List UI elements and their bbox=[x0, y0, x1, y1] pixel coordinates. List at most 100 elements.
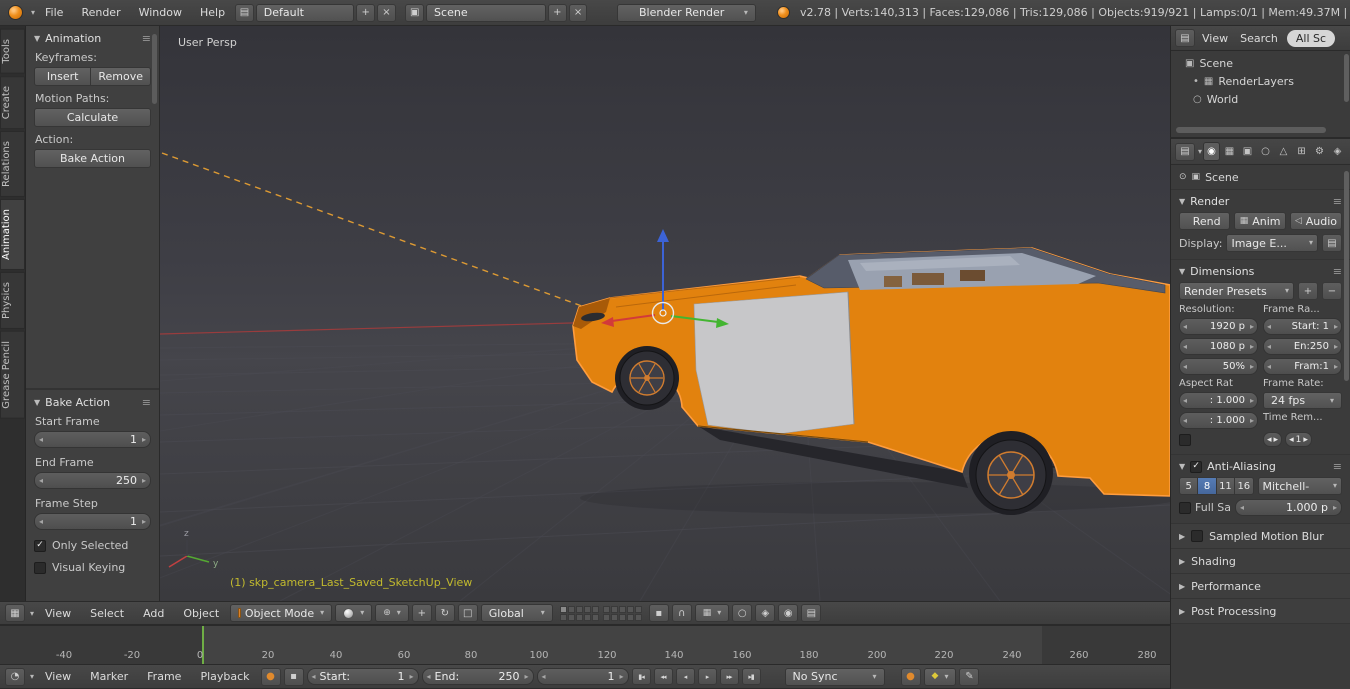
frame-end-field[interactable]: ◂ En:250 ▸ bbox=[1263, 338, 1342, 355]
calculate-motion-paths-button[interactable]: Calculate bbox=[34, 108, 151, 127]
animation-panel-header[interactable]: ▼ Animation ≡ bbox=[34, 32, 151, 45]
remove-keyframe-button[interactable]: Remove bbox=[91, 67, 151, 86]
aa-samples-8[interactable]: 8 bbox=[1198, 477, 1216, 495]
editor-type-outliner-icon[interactable]: ▤ bbox=[1175, 29, 1195, 47]
tab-constraints[interactable]: ⊞ bbox=[1293, 142, 1310, 161]
frame-start-field[interactable]: ◂ Start: 1 ▸ bbox=[1263, 318, 1342, 335]
render-still-button[interactable]: Rend bbox=[1179, 212, 1230, 230]
sampled-motion-blur-panel-header[interactable]: ▶ Sampled Motion Blur bbox=[1171, 524, 1350, 549]
render-presets-selector[interactable]: Render Presets ▾ bbox=[1179, 282, 1294, 300]
antialiasing-checkbox[interactable]: ✓ bbox=[1190, 461, 1202, 473]
properties-vertical-scrollbar[interactable] bbox=[1344, 171, 1349, 381]
tool-shelf-scrollbar[interactable] bbox=[152, 34, 157, 104]
menu-help[interactable]: Help bbox=[192, 6, 233, 19]
manipulator-translate-toggle[interactable]: + bbox=[412, 604, 432, 622]
pin-icon[interactable]: ⊙ bbox=[1179, 172, 1187, 182]
start-frame-slider[interactable]: ◂ 1 ▸ bbox=[34, 431, 151, 448]
editor-type-timeline-icon[interactable]: ◔ bbox=[5, 668, 25, 686]
manipulate-center-points-icon[interactable]: ◈ bbox=[755, 604, 775, 622]
outliner-item-world[interactable]: ○ World bbox=[1177, 90, 1344, 108]
menu-file[interactable]: File bbox=[37, 6, 71, 19]
timeline-menu-playback[interactable]: Playback bbox=[192, 670, 257, 683]
time-remap-new-stepper[interactable]: ◂ 1 ▸ bbox=[1285, 432, 1312, 447]
blender-logo[interactable] bbox=[8, 5, 23, 20]
outliner-item-scene[interactable]: ▣ Scene bbox=[1177, 54, 1344, 72]
aspect-x-field[interactable]: ◂ : 1.000 ▸ bbox=[1179, 392, 1258, 409]
shading-panel-header[interactable]: ▶ Shading bbox=[1171, 549, 1350, 574]
dimensions-panel-header[interactable]: ▼ Dimensions ≡ bbox=[1179, 265, 1342, 278]
insert-keyframe-button[interactable]: Insert bbox=[34, 67, 91, 86]
increment-arrow-icon[interactable]: ▸ bbox=[620, 673, 624, 681]
render-opengl-image-button[interactable]: ◉ bbox=[778, 604, 798, 622]
record-icon[interactable]: ● bbox=[261, 668, 281, 686]
aa-samples-11[interactable]: 11 bbox=[1217, 477, 1235, 495]
outliner-horizontal-scrollbar[interactable] bbox=[1176, 127, 1326, 133]
increment-arrow-icon[interactable]: ▸ bbox=[410, 673, 414, 681]
resolution-percentage-field[interactable]: ◂ 50% ▸ bbox=[1179, 358, 1258, 375]
border-checkbox[interactable] bbox=[1179, 434, 1191, 446]
editor-type-properties-icon[interactable]: ▤ bbox=[1175, 143, 1195, 161]
sampled-motion-blur-checkbox[interactable] bbox=[1191, 530, 1203, 542]
outliner-item-renderlayers[interactable]: • ▦ RenderLayers bbox=[1177, 72, 1344, 90]
keying-set-selector[interactable]: ◆ ▾ bbox=[924, 668, 957, 686]
menu-window[interactable]: Window bbox=[131, 6, 190, 19]
play-button[interactable]: ▸ bbox=[698, 668, 717, 685]
render-panel-header[interactable]: ▼ Render ≡ bbox=[1179, 195, 1342, 208]
time-remap-old-stepper[interactable]: ◂ ▸ bbox=[1263, 432, 1282, 447]
increment-arrow-icon[interactable]: ▸ bbox=[142, 477, 146, 485]
manipulator-z-arrowhead[interactable] bbox=[657, 229, 669, 242]
tab-object[interactable]: △ bbox=[1275, 142, 1292, 161]
end-frame-slider[interactable]: ◂ 250 ▸ bbox=[34, 472, 151, 489]
tab-relations[interactable]: Relations bbox=[0, 131, 25, 197]
tab-material[interactable]: ◈ bbox=[1329, 142, 1346, 161]
snap-magnet-icon[interactable]: ∩ bbox=[672, 604, 692, 622]
delete-screen-layout-button[interactable]: × bbox=[377, 4, 396, 22]
play-reverse-button[interactable]: ◂ bbox=[676, 668, 695, 685]
scene-selector[interactable]: Scene bbox=[426, 4, 546, 22]
tab-world[interactable]: ○ bbox=[1257, 142, 1274, 161]
visual-keying-checkbox[interactable] bbox=[34, 562, 46, 574]
tab-create[interactable]: Create bbox=[0, 76, 25, 129]
transform-orientation-selector[interactable]: Global ▾ bbox=[481, 604, 553, 622]
viewport-menu-object[interactable]: Object bbox=[175, 607, 227, 620]
display-mode-selector[interactable]: Image E... ▾ bbox=[1226, 234, 1318, 252]
increment-arrow-icon[interactable]: ▸ bbox=[142, 436, 146, 444]
tab-physics[interactable]: Physics bbox=[0, 272, 25, 329]
screen-layout-selector[interactable]: Default bbox=[256, 4, 355, 22]
render-opengl-animation-button[interactable]: ▤ bbox=[801, 604, 821, 622]
aa-filter-selector[interactable]: Mitchell- ▾ bbox=[1258, 477, 1343, 495]
menu-render[interactable]: Render bbox=[73, 6, 128, 19]
snap-element-selector[interactable]: ▦ ▾ bbox=[695, 604, 730, 622]
tab-render[interactable]: ◉ bbox=[1203, 142, 1220, 161]
render-animation-button[interactable]: ▦ Anim bbox=[1234, 212, 1285, 230]
tab-render-layers[interactable]: ▦ bbox=[1221, 142, 1238, 161]
scene-icon[interactable]: ▣ bbox=[405, 4, 424, 22]
frame-start-slider[interactable]: ◂ Start: 1 ▸ bbox=[307, 668, 419, 685]
tab-scene[interactable]: ▣ bbox=[1239, 142, 1256, 161]
mode-selector[interactable]: Object Mode ▾ bbox=[230, 604, 332, 622]
bake-action-button[interactable]: Bake Action bbox=[34, 149, 151, 168]
bake-action-panel-header[interactable]: ▼ Bake Action ≡ bbox=[34, 396, 151, 409]
panel-menu-icon[interactable]: ≡ bbox=[1333, 265, 1342, 278]
add-preset-button[interactable]: + bbox=[1298, 282, 1318, 300]
current-frame-field[interactable]: ◂ 1 ▸ bbox=[537, 668, 629, 685]
viewport-menu-add[interactable]: Add bbox=[135, 607, 172, 620]
viewport-3d[interactable]: y z User Persp (1) skp_camera_Last_Saved… bbox=[160, 26, 1170, 601]
tab-grease-pencil[interactable]: Grease Pencil bbox=[0, 331, 25, 419]
outliner-filter-selector[interactable]: All Sc bbox=[1287, 30, 1335, 47]
display-options-icon[interactable]: ▤ bbox=[1322, 234, 1342, 252]
viewport-menu-select[interactable]: Select bbox=[82, 607, 132, 620]
delete-scene-button[interactable]: × bbox=[569, 4, 588, 22]
antialiasing-panel-header[interactable]: ▼ ✓ Anti-Aliasing ≡ bbox=[1179, 460, 1342, 473]
add-screen-layout-button[interactable]: + bbox=[356, 4, 375, 22]
frame-step-field[interactable]: ◂ Fram:1 ▸ bbox=[1263, 358, 1342, 375]
render-audio-button[interactable]: ◁ Audio bbox=[1290, 212, 1342, 230]
timeline-ruler[interactable]: -40 -20 0 20 40 60 80 100 120 140 160 18… bbox=[0, 625, 1170, 664]
frame-rate-selector[interactable]: 24 fps ▾ bbox=[1263, 392, 1342, 409]
pivot-point-selector[interactable]: ⊕ ▾ bbox=[375, 604, 409, 622]
sync-mode-selector[interactable]: No Sync ▾ bbox=[785, 668, 885, 686]
aa-samples-5[interactable]: 5 bbox=[1179, 477, 1198, 495]
viewport-canvas[interactable]: y z bbox=[160, 26, 1170, 601]
layers-widget[interactable] bbox=[560, 606, 642, 621]
insert-keyframe-icon-button[interactable]: ✎ bbox=[959, 668, 979, 686]
